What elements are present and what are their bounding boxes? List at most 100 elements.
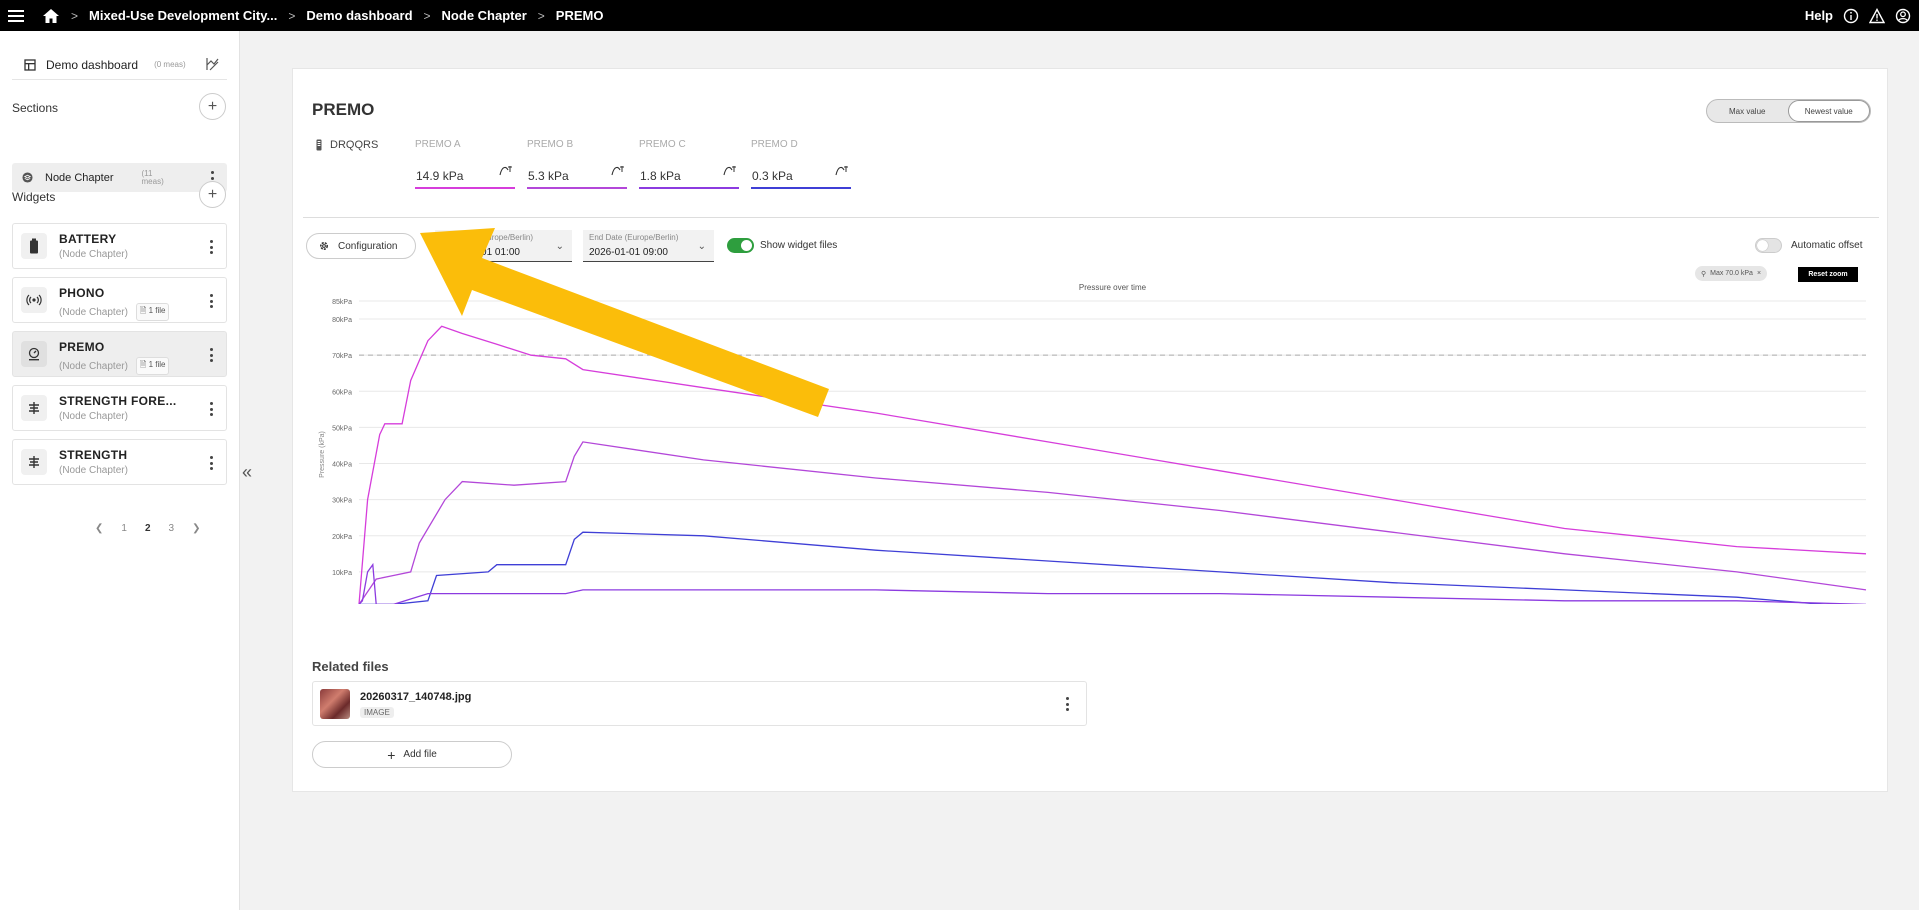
- file-type-badge: IMAGE: [360, 707, 394, 718]
- channel-label: PREMO D: [751, 139, 798, 150]
- page-link-current[interactable]: 2: [145, 523, 151, 534]
- file-item[interactable]: 20260317_140748.jpg IMAGE: [312, 681, 1087, 726]
- widget-more-icon[interactable]: [210, 402, 214, 416]
- series-line-4: [358, 562, 1867, 604]
- info-icon[interactable]: [1843, 8, 1859, 24]
- max-value-option[interactable]: Max value: [1707, 100, 1788, 122]
- add-file-button[interactable]: + Add file: [312, 741, 512, 768]
- y-tick-label: 60kPa: [332, 389, 352, 396]
- channel-premo-c[interactable]: PREMO C 1.8 kPa: [639, 139, 739, 189]
- help-link[interactable]: Help: [1805, 8, 1833, 23]
- channel-value: 5.3 kPa: [528, 169, 569, 183]
- pressure-chart[interactable]: Pressure over time0kPa10kPa20kPa30kPa40k…: [293, 274, 1889, 604]
- start-date-field[interactable]: Start Date (Europe/Berlin) 2026-01-01 01…: [435, 230, 572, 262]
- breadcrumb-dashboard[interactable]: Demo dashboard: [306, 8, 412, 23]
- configuration-button[interactable]: Configuration: [306, 233, 416, 259]
- trend-icon: [723, 163, 737, 181]
- y-tick-label: 40kPa: [332, 462, 352, 469]
- widget-section: (Node Chapter) 🗎 1 file: [59, 357, 170, 375]
- chart-settings-icon[interactable]: [205, 57, 219, 76]
- alert-icon[interactable]: [1869, 7, 1885, 24]
- channel-premo-d[interactable]: PREMO D 0.3 kPa: [751, 139, 851, 189]
- file-thumbnail[interactable]: [320, 689, 350, 719]
- top-bar: > Mixed-Use Development City... > Demo d…: [0, 0, 1919, 31]
- breadcrumb-section[interactable]: Node Chapter: [442, 8, 527, 23]
- widget-more-icon[interactable]: [210, 348, 214, 362]
- widget-section: (Node Chapter): [59, 411, 128, 422]
- trend-icon: [499, 163, 513, 181]
- end-date-field[interactable]: End Date (Europe/Berlin) 2026-01-01 09:0…: [583, 230, 714, 262]
- plus-icon: +: [207, 185, 218, 203]
- channel-label: PREMO B: [527, 139, 574, 150]
- y-tick-label: 10kPa: [332, 570, 352, 577]
- widget-item-strength-forecast[interactable]: STRENGTH FORE... (Node Chapter): [12, 385, 227, 431]
- y-tick-label: 30kPa: [332, 498, 352, 505]
- breadcrumb: > Mixed-Use Development City... > Demo d…: [32, 8, 603, 24]
- file-name: 20260317_140748.jpg: [360, 691, 472, 703]
- automatic-offset-label: Automatic offset: [1791, 240, 1863, 251]
- widget-item-strength[interactable]: STRENGTH (Node Chapter): [12, 439, 227, 485]
- hamburger-menu-icon[interactable]: [0, 0, 32, 31]
- widget-section: (Node Chapter) 🗎 1 file: [59, 303, 170, 321]
- node-chapter-label: Node Chapter: [45, 171, 114, 184]
- add-section-button[interactable]: +: [199, 93, 226, 120]
- chevron-left-icon[interactable]: ❮: [95, 523, 103, 534]
- y-axis-label: Pressure (kPa): [319, 431, 326, 478]
- start-date-value: 2026-01-01 01:00: [441, 247, 520, 258]
- trend-icon: [611, 163, 625, 181]
- collapse-sidebar-icon[interactable]: «: [242, 462, 252, 483]
- channel-value: 0.3 kPa: [752, 169, 793, 183]
- widget-section: (Node Chapter): [59, 465, 128, 476]
- widget-item-battery[interactable]: BATTERY (Node Chapter): [12, 223, 227, 269]
- widget-more-icon[interactable]: [210, 456, 214, 470]
- sidebar-item-node-chapter[interactable]: Node Chapter (11 meas): [12, 163, 227, 192]
- page-link[interactable]: 3: [169, 523, 175, 534]
- file-count-badge: 🗎 1 file: [135, 303, 170, 321]
- widget-more-icon[interactable]: [210, 240, 214, 254]
- channel-label: PREMO A: [415, 139, 461, 150]
- automatic-offset-toggle[interactable]: [1755, 238, 1782, 253]
- end-date-label: End Date (Europe/Berlin): [589, 233, 679, 242]
- channel-premo-a[interactable]: PREMO A 14.9 kPa: [415, 139, 515, 189]
- add-widget-button[interactable]: +: [199, 181, 226, 208]
- broadcast-icon: [21, 287, 47, 313]
- channel-value: 14.9 kPa: [416, 169, 464, 183]
- file-more-icon[interactable]: [1066, 697, 1070, 711]
- widget-title: PREMO: [312, 100, 375, 119]
- widget-item-premo[interactable]: PREMO (Node Chapter) 🗎 1 file: [12, 331, 227, 377]
- widget-more-icon[interactable]: [210, 294, 214, 308]
- breadcrumb-separator-icon: >: [288, 8, 296, 23]
- breadcrumb-separator-icon: >: [537, 8, 545, 23]
- dashboard-icon: [24, 58, 36, 71]
- sensor-label: DRQQRS: [316, 139, 378, 151]
- y-tick-label: 85kPa: [332, 299, 352, 306]
- channel-label: PREMO C: [639, 139, 686, 150]
- sections-title: Sections: [12, 101, 59, 115]
- home-icon[interactable]: [42, 8, 60, 24]
- widgets-title: Widgets: [12, 190, 56, 204]
- pagination: ❮ 1 2 3 ❯: [95, 523, 200, 534]
- account-icon[interactable]: [1895, 8, 1911, 24]
- battery-icon: [21, 233, 47, 259]
- chevron-down-icon: ⌄: [555, 241, 564, 252]
- newest-value-option[interactable]: Newest value: [1787, 100, 1870, 122]
- dashboard-label: Demo dashboard: [46, 57, 139, 72]
- page-link[interactable]: 1: [121, 523, 127, 534]
- y-tick-label: 50kPa: [332, 425, 352, 432]
- dashboard-selector[interactable]: Demo dashboard (0 meas): [12, 50, 227, 80]
- divider: [303, 217, 1879, 218]
- layers-icon: [22, 172, 33, 183]
- chevron-right-icon[interactable]: ❯: [192, 523, 200, 534]
- breadcrumb-project[interactable]: Mixed-Use Development City...: [89, 8, 277, 23]
- widget-name: STRENGTH FORE...: [59, 394, 177, 408]
- channel-value: 1.8 kPa: [640, 169, 681, 183]
- configuration-label: Configuration: [338, 240, 398, 252]
- y-tick-label: 20kPa: [332, 534, 352, 541]
- strength-icon: [21, 395, 47, 421]
- end-date-value: 2026-01-01 09:00: [589, 247, 668, 258]
- breadcrumb-separator-icon: >: [423, 8, 431, 23]
- channel-premo-b[interactable]: PREMO B 5.3 kPa: [527, 139, 627, 189]
- show-files-toggle[interactable]: [727, 238, 754, 253]
- series-line-2: [358, 441, 1867, 604]
- widget-item-phono[interactable]: PHONO (Node Chapter) 🗎 1 file: [12, 277, 227, 323]
